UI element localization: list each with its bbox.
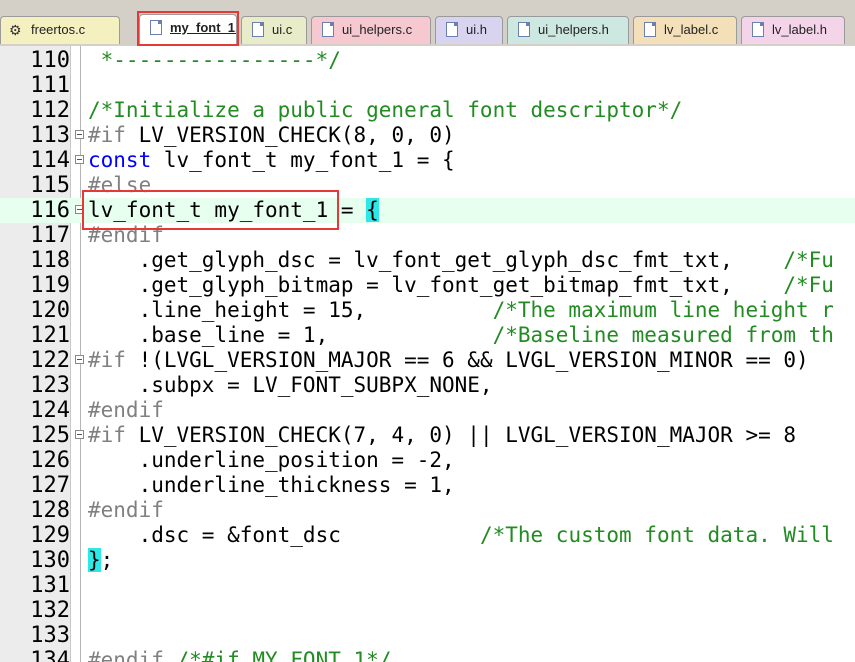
tab-ui-helpers-c[interactable]: ui_helpers.c — [311, 16, 431, 44]
code-text: #if !(LVGL_VERSION_MAJOR == 6 && LVGL_VE… — [88, 348, 809, 372]
file-icon — [644, 22, 656, 37]
code-line[interactable]: 110 *----------------*/ — [0, 48, 855, 73]
code-text: .underline_position = -2, — [88, 448, 455, 472]
file-icon — [752, 22, 764, 37]
code-line[interactable]: 123 .subpx = LV_FONT_SUBPX_NONE, — [0, 373, 855, 398]
tab-label: ui.c — [272, 22, 293, 37]
code-text: .dsc = &font_dsc /*The custom font data.… — [88, 523, 834, 547]
line-number: 130 — [30, 548, 70, 573]
file-icon — [322, 22, 334, 37]
tab-lv-label-h[interactable]: lv_label.h — [741, 16, 845, 44]
code-line[interactable]: 119 .get_glyph_bitmap = lv_font_get_bitm… — [0, 273, 855, 298]
fold-toggle-icon[interactable] — [75, 430, 84, 439]
file-icon — [252, 22, 264, 37]
code-line[interactable]: 127 .underline_thickness = 1, — [0, 473, 855, 498]
line-number: 127 — [30, 473, 70, 498]
tab-label: freertos.c — [31, 22, 86, 37]
code-line[interactable]: 114 const lv_font_t my_font_1 = { — [0, 148, 855, 173]
line-number: 132 — [30, 598, 70, 623]
line-number: 111 — [30, 73, 70, 98]
active-tab-highlight-box — [137, 11, 239, 46]
fold-toggle-icon[interactable] — [75, 130, 84, 139]
line-number: 131 — [30, 573, 70, 598]
code-line[interactable]: 121 .base_line = 1, /*Baseline measured … — [0, 323, 855, 348]
tab-label: ui_helpers.h — [538, 22, 609, 37]
tab-label: ui.h — [466, 22, 487, 37]
code-line[interactable]: 131 — [0, 573, 855, 598]
line-number: 125 — [30, 423, 70, 448]
code-editor[interactable]: 110 *----------------*/111 112/*Initializ… — [0, 46, 855, 662]
code-text: .base_line = 1, /*Baseline measured from… — [88, 323, 834, 347]
code-text: .line_height = 15, /*The maximum line he… — [88, 298, 834, 322]
code-line[interactable]: 133 — [0, 623, 855, 648]
line-number: 110 — [30, 48, 70, 73]
line-number: 134 — [30, 648, 70, 662]
code-line[interactable]: 113 #if LV_VERSION_CHECK(8, 0, 0) — [0, 123, 855, 148]
tab-ui-h[interactable]: ui.h — [435, 16, 503, 44]
line-number: 113 — [30, 123, 70, 148]
line-number: 121 — [30, 323, 70, 348]
line-number: 115 — [30, 173, 70, 198]
line-number: 120 — [30, 298, 70, 323]
code-text: #endif — [88, 498, 164, 522]
line-number: 122 — [30, 348, 70, 373]
tab-label: lv_label.h — [772, 22, 827, 37]
file-icon — [518, 22, 530, 37]
file-icon — [446, 22, 458, 37]
editor-tab-bar: ⚙freertos.cmy_font_1.cui.cui_helpers.cui… — [0, 0, 855, 46]
code-text: .subpx = LV_FONT_SUBPX_NONE, — [88, 373, 493, 397]
line-number: 133 — [30, 623, 70, 648]
fold-toggle-icon[interactable] — [75, 155, 84, 164]
line-number: 119 — [30, 273, 70, 298]
code-line[interactable]: 130}; — [0, 548, 855, 573]
line-number: 112 — [30, 98, 70, 123]
code-text: #if LV_VERSION_CHECK(8, 0, 0) — [88, 123, 455, 147]
tab-ui-helpers-h[interactable]: ui_helpers.h — [507, 16, 629, 44]
code-text: #endif /*#if MY_FONT_1*/ — [88, 648, 392, 662]
code-text: *----------------*/ — [88, 48, 341, 72]
code-text: const lv_font_t my_font_1 = { — [88, 148, 455, 172]
fold-toggle-icon[interactable] — [75, 355, 84, 364]
code-line[interactable]: 122 #if !(LVGL_VERSION_MAJOR == 6 && LVGL… — [0, 348, 855, 373]
code-line[interactable]: 112 /*Initialize a public general font de… — [0, 98, 855, 123]
tab-ui-c[interactable]: ui.c — [241, 16, 307, 44]
line-number: 117 — [30, 223, 70, 248]
code-text: .underline_thickness = 1, — [88, 473, 455, 497]
line-number: 124 — [30, 398, 70, 423]
code-line[interactable]: 126 .underline_position = -2, — [0, 448, 855, 473]
code-line[interactable]: 111 — [0, 73, 855, 98]
code-text: .get_glyph_bitmap = lv_font_get_bitmap_f… — [88, 273, 834, 297]
code-line[interactable]: 118 .get_glyph_dsc = lv_font_get_glyph_d… — [0, 248, 855, 273]
tab-label: lv_label.c — [664, 22, 719, 37]
tab-label: ui_helpers.c — [342, 22, 413, 37]
code-line[interactable]: 124 #endif — [0, 398, 855, 423]
line-number: 116 — [30, 198, 70, 223]
line-number: 123 — [30, 373, 70, 398]
code-text: #endif — [88, 398, 164, 422]
line-number: 126 — [30, 448, 70, 473]
line-number: 114 — [30, 148, 70, 173]
tab-lv-label-c[interactable]: lv_label.c — [633, 16, 737, 44]
code-line[interactable]: 132 — [0, 598, 855, 623]
code-text: /*Initialize a public general font descr… — [88, 98, 683, 122]
code-line[interactable]: 134 #endif /*#if MY_FONT_1*/ — [0, 648, 855, 662]
code-line[interactable]: 129 .dsc = &font_dsc /*The custom font d… — [0, 523, 855, 548]
gear-file-icon: ⚙ — [9, 22, 22, 38]
code-text: #if LV_VERSION_CHECK(7, 4, 0) || LVGL_VE… — [88, 423, 797, 447]
code-line[interactable]: 120 .line_height = 15, /*The maximum lin… — [0, 298, 855, 323]
line-number: 128 — [30, 498, 70, 523]
line-number: 118 — [30, 248, 70, 273]
tab-freertos-c[interactable]: ⚙ freertos.c — [0, 16, 120, 44]
code-line[interactable]: 125 #if LV_VERSION_CHECK(7, 4, 0) || LVGL… — [0, 423, 855, 448]
code-text: }; — [88, 548, 114, 572]
code-text: .get_glyph_dsc = lv_font_get_glyph_dsc_f… — [88, 248, 834, 272]
line-number: 129 — [30, 523, 70, 548]
code-line[interactable]: 128 #endif — [0, 498, 855, 523]
declaration-highlight-box — [82, 190, 339, 230]
